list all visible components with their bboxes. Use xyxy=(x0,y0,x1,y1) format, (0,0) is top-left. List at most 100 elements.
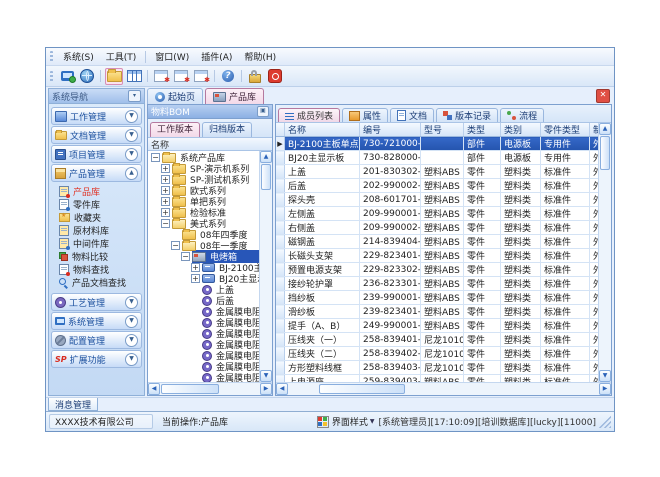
tree-horizontal-scrollbar[interactable]: ◀ ▶ xyxy=(148,382,272,395)
sidebar-group-2[interactable]: 文档管理▼ xyxy=(51,126,142,144)
expand-plus-icon[interactable]: + xyxy=(191,274,200,283)
column-header-4[interactable]: 类型 xyxy=(464,123,501,137)
table-vertical-scrollbar[interactable]: ▲ ▼ xyxy=(598,123,611,382)
scroll-up-icon[interactable]: ▲ xyxy=(260,151,272,163)
scroll-left-icon[interactable]: ◀ xyxy=(276,383,288,395)
expand-plus-icon[interactable]: + xyxy=(161,197,170,206)
table-row[interactable]: 探头壳208-601701-01I塑料ABS零件塑料类标准件外协条 xyxy=(276,193,598,207)
doc-tab-1[interactable]: 起始页 xyxy=(147,88,203,104)
close-tab-icon[interactable]: ✕ xyxy=(596,89,610,103)
table-row[interactable]: 接纱轮护罩236-823301-00I塑料ABS零件塑料类标准件外协条 xyxy=(276,277,598,291)
toolbar-button-form-badge-2[interactable] xyxy=(172,68,190,85)
member-tab-1[interactable]: 成员列表 xyxy=(278,108,340,122)
column-header-5[interactable]: 类别 xyxy=(501,123,541,137)
tree-item[interactable]: 金属膜电阻器 xyxy=(148,372,259,382)
table-row[interactable]: 磁钢盖214-839404-01I塑料ABS零件塑料类标准件外协条 xyxy=(276,235,598,249)
sidebar-group-6[interactable]: 系统管理▼ xyxy=(51,312,142,330)
scroll-left-icon[interactable]: ◀ xyxy=(148,383,160,395)
table-row[interactable]: 方形塑料线框258-839403-00I尼龙1010零件塑料类标准件外协条 xyxy=(276,361,598,375)
table-row[interactable]: 提手（A、B）249-990001-01I塑料ABS零件塑料类标准件外协条 xyxy=(276,319,598,333)
table-row[interactable]: 预置电源支架229-823302-00I塑料ABS零件塑料类标准件外协条 xyxy=(276,263,598,277)
chevron-down-icon[interactable]: ▼ xyxy=(125,353,138,366)
table-row[interactable]: 挡纱板239-990001-01I塑料ABS零件塑料类标准件外协条 xyxy=(276,291,598,305)
collapse-minus-icon[interactable]: − xyxy=(171,241,180,250)
table-row[interactable]: 左侧盖209-990001-01I塑料ABS零件塑料类标准件外协条 xyxy=(276,207,598,221)
scroll-right-icon[interactable]: ▶ xyxy=(260,383,272,395)
toolbar-button-globe[interactable] xyxy=(78,68,96,85)
table-row[interactable]: 滑纱板239-823401-00I塑料ABS零件塑料类标准件外协条 xyxy=(276,305,598,319)
expand-plus-icon[interactable]: + xyxy=(161,186,170,195)
sidebar-group-1[interactable]: 工作管理▼ xyxy=(51,107,142,125)
sidebar-group-7[interactable]: 配置管理▼ xyxy=(51,331,142,349)
table-row[interactable]: 长磁头支架229-823401-00I塑料ABS零件塑料类标准件外协条 xyxy=(276,249,598,263)
sidebar-group-3[interactable]: 项目管理▼ xyxy=(51,145,142,163)
table-row[interactable]: 右侧盖209-990002-01I塑料ABS零件塑料类标准件外协条 xyxy=(276,221,598,235)
scroll-track[interactable] xyxy=(406,383,599,395)
scroll-thumb[interactable] xyxy=(261,164,271,190)
chevron-down-icon[interactable]: ▼ xyxy=(125,148,138,161)
scroll-thumb[interactable] xyxy=(161,384,219,394)
toolbar-button-stop[interactable] xyxy=(266,68,284,85)
menu-item[interactable]: 工具(T) xyxy=(100,49,143,64)
expand-plus-icon[interactable]: + xyxy=(191,263,200,272)
member-tab-2[interactable]: 属性 xyxy=(342,108,388,122)
sidebar-item[interactable]: 产品库 xyxy=(57,185,142,198)
column-header-7[interactable]: 制造方式 xyxy=(590,123,599,137)
sidebar-item[interactable]: 物料查找 xyxy=(57,263,142,276)
scroll-thumb[interactable] xyxy=(319,384,405,394)
sidebar-group-8[interactable]: SP扩展功能▼ xyxy=(51,350,142,368)
table-row[interactable]: 上电源座259-839403-00I塑料ABS零件塑料类标准件外协条 xyxy=(276,375,598,383)
menu-item[interactable]: 插件(A) xyxy=(195,49,238,64)
column-header-1[interactable]: 名称 xyxy=(285,123,360,137)
table-row[interactable]: 上盖201-830302-00I塑料ABS零件塑料类标准件外协条 xyxy=(276,165,598,179)
toolbar-button-help[interactable]: ? xyxy=(219,68,237,85)
chevron-down-icon[interactable]: ▼ xyxy=(125,315,138,328)
expand-plus-icon[interactable]: + xyxy=(161,175,170,184)
version-tab-1[interactable]: 工作版本 xyxy=(150,122,200,137)
collapse-minus-icon[interactable]: − xyxy=(151,153,160,162)
column-header-6[interactable]: 零件类型 xyxy=(541,123,590,137)
column-header-3[interactable]: 型号 xyxy=(421,123,464,137)
table-horizontal-scrollbar[interactable]: ◀ ▶ xyxy=(276,382,611,395)
toolbar-button-folder[interactable] xyxy=(105,68,123,85)
sidebar-item[interactable]: 收藏夹 xyxy=(57,211,142,224)
member-tab-3[interactable]: 文档 xyxy=(390,108,434,122)
sidebar-item[interactable]: 物料比较 xyxy=(57,250,142,263)
collapse-minus-icon[interactable]: − xyxy=(161,219,170,228)
tree-vertical-scrollbar[interactable]: ▲ ▼ xyxy=(259,151,272,382)
toolbar-button-monitor[interactable] xyxy=(58,68,76,85)
scroll-track[interactable] xyxy=(220,383,260,395)
sidebar-group-4[interactable]: 产品管理▲ xyxy=(51,164,142,182)
pin-icon[interactable]: ▣ xyxy=(257,106,269,117)
sidebar-item[interactable]: 产品文档查找 xyxy=(57,276,142,289)
table-row[interactable]: 后盖202-990002-01I塑料ABS零件塑料类标准件外协条 xyxy=(276,179,598,193)
tree-column-header[interactable]: 名称 xyxy=(148,138,272,151)
toolbar-grip[interactable] xyxy=(50,71,53,82)
table-row[interactable]: ▶BJ-2100主板单点730-721000-12I部件电源板专用件外协颗 xyxy=(276,137,598,151)
menu-item[interactable]: 系统(S) xyxy=(57,49,100,64)
collapse-minus-icon[interactable]: − xyxy=(181,252,190,261)
scroll-right-icon[interactable]: ▶ xyxy=(599,383,611,395)
version-tab-2[interactable]: 归档版本 xyxy=(202,122,252,137)
scroll-down-icon[interactable]: ▼ xyxy=(599,370,611,382)
chevron-down-icon[interactable]: ▼ xyxy=(125,296,138,309)
sidebar-item[interactable]: 零件库 xyxy=(57,198,142,211)
member-tab-4[interactable]: 版本记录 xyxy=(436,108,498,122)
scroll-track[interactable] xyxy=(260,191,272,370)
menu-item[interactable]: 帮助(H) xyxy=(238,49,282,64)
chevron-down-icon[interactable]: ▼ xyxy=(125,129,138,142)
sidebar-item[interactable]: 原材料库 xyxy=(57,224,142,237)
scroll-track[interactable] xyxy=(288,383,318,395)
sidebar-group-5[interactable]: 工艺管理▼ xyxy=(51,293,142,311)
sidebar-pin-icon[interactable]: ▾ xyxy=(128,90,141,102)
chevron-down-icon[interactable]: ▼ xyxy=(125,110,138,123)
expand-plus-icon[interactable]: + xyxy=(161,164,170,173)
toolbar-button-form-badge-3[interactable] xyxy=(192,68,210,85)
table-row[interactable]: 压线夹（一）258-839401-00I尼龙1010零件塑料类标准件外协条 xyxy=(276,333,598,347)
chevron-down-icon[interactable]: ▼ xyxy=(125,334,138,347)
message-manager-tab[interactable]: 消息管理 xyxy=(48,398,98,411)
menu-grip[interactable] xyxy=(50,51,53,62)
member-tab-5[interactable]: 流程 xyxy=(500,108,544,122)
scroll-up-icon[interactable]: ▲ xyxy=(599,123,611,135)
column-header-2[interactable]: 编号 xyxy=(360,123,421,137)
